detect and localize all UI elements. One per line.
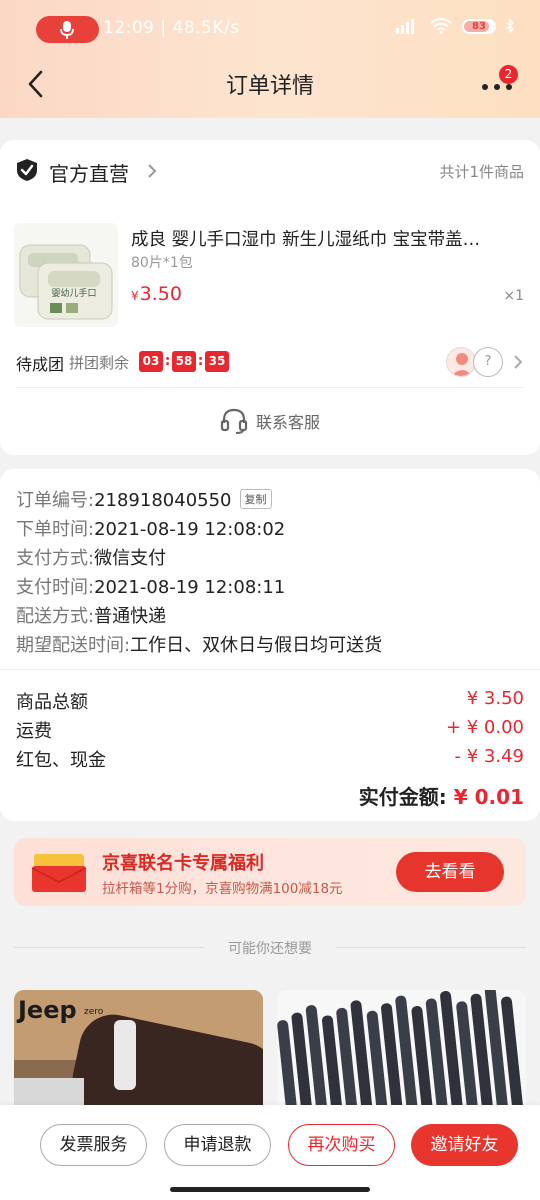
- promo-view-button[interactable]: 去看看: [396, 852, 504, 892]
- product-price: ¥3.50: [131, 283, 182, 305]
- product-quantity: ×1: [503, 288, 524, 304]
- order-number-row: 订单编号:218918040550 复制: [16, 486, 272, 512]
- more-dots-icon: [482, 84, 488, 90]
- paid-label: 实付金额:: [358, 785, 447, 809]
- discount-label: 红包、现金: [16, 750, 106, 771]
- order-time: 2021-08-19 12:08:02: [94, 519, 286, 540]
- status-time-speed: 12:09 | 48.5K/s: [103, 18, 240, 38]
- store-name[interactable]: 官方直营: [49, 158, 129, 187]
- more-dots-icon-dot: [506, 84, 512, 90]
- shipping-fee: + ¥ 0.00: [445, 717, 524, 738]
- paid-amount-row: 实付金额: ¥ 0.01: [359, 781, 524, 810]
- paid-amount: ¥ 0.01: [453, 785, 524, 809]
- divider: [0, 669, 540, 670]
- promo-subtitle: 拉杆箱等1分购，京喜购物满100减18元: [102, 881, 343, 897]
- price-value: 3.50: [139, 283, 182, 305]
- status-icons: 83: [394, 18, 514, 34]
- contact-service-button[interactable]: 联系客服: [0, 406, 540, 436]
- expected-delivery: 工作日、双休日与假日均可送货: [130, 635, 383, 656]
- pay-time-row: 支付时间:2021-08-19 12:08:11: [16, 573, 285, 599]
- avatar: [446, 347, 476, 377]
- store-card: 官方直营 共计1件商品 婴幼儿手口 成良 婴儿手口湿巾 新生儿湿纸巾 宝宝带盖……: [0, 140, 540, 455]
- item-count: 共计1件商品: [439, 163, 524, 181]
- shipping-label: 运费: [16, 721, 52, 742]
- divider: [16, 387, 524, 388]
- expected-delivery-label: 期望配送时间:: [16, 635, 131, 656]
- recommend-card-pens[interactable]: [277, 990, 526, 1120]
- package-label: 婴幼儿手口: [51, 287, 96, 299]
- wifi-icon: [430, 18, 452, 34]
- goods-total: ¥ 3.50: [466, 688, 524, 709]
- group-status: 待成团: [16, 355, 65, 374]
- rebuy-button[interactable]: 再次购买: [288, 1124, 395, 1166]
- group-remain-label: 拼团剩余: [69, 354, 130, 372]
- expected-delivery-row: 期望配送时间:工作日、双休日与假日均可送货: [16, 631, 382, 657]
- pay-time: 2021-08-19 12:08:11: [94, 577, 286, 598]
- pay-method: 微信支付: [94, 548, 167, 569]
- jeep-brand-sub: zero: [84, 1007, 104, 1017]
- timer-separator: :: [197, 353, 204, 369]
- group-members[interactable]: ?: [446, 347, 524, 377]
- price-currency: ¥: [131, 289, 139, 303]
- timer-separator: :: [164, 353, 171, 369]
- order-time-label: 下单时间:: [16, 519, 95, 540]
- product-spec: 80片*1包: [131, 255, 193, 271]
- nav-bar: 订单详情: [0, 56, 540, 112]
- countdown-timer: 03 : 58 : 35: [139, 351, 229, 372]
- timer-minutes: 58: [172, 351, 196, 372]
- pay-method-row: 支付方式:微信支付: [16, 544, 166, 570]
- delivery-method: 普通快递: [94, 606, 167, 627]
- order-number-label: 订单编号:: [16, 490, 95, 511]
- signal-icon: [396, 19, 414, 34]
- wipes-package-image: 婴幼儿手口: [19, 244, 113, 320]
- product-title[interactable]: 成良 婴儿手口湿巾 新生儿湿纸巾 宝宝带盖…: [131, 226, 523, 251]
- timer-hours: 03: [139, 351, 163, 372]
- promo-title: 京喜联名卡专属福利: [102, 853, 264, 874]
- pens-product-image: [277, 990, 526, 1120]
- page-title: 订单详情: [225, 74, 314, 99]
- recommend-card-jeep[interactable]: Jeep zero: [14, 990, 263, 1120]
- empty-avatar-slot: ?: [473, 347, 503, 377]
- microphone-icon: [60, 21, 74, 39]
- timer-seconds: 35: [205, 351, 229, 372]
- pay-method-label: 支付方式:: [16, 548, 95, 569]
- order-number: 218918040550: [94, 490, 232, 511]
- chevron-right-icon: [514, 355, 523, 369]
- jeep-brand-text: Jeep: [16, 996, 77, 1024]
- apply-refund-button[interactable]: 申请退款: [164, 1124, 271, 1166]
- bottom-action-bar: 发票服务 申请退款 再次购买 邀请好友: [0, 1105, 540, 1200]
- battery-level: 83: [472, 20, 486, 32]
- headset-icon: [220, 408, 248, 434]
- chevron-right-icon[interactable]: [146, 162, 158, 180]
- order-time-row: 下单时间:2021-08-19 12:08:02: [16, 515, 285, 541]
- discount-amount: - ¥ 3.49: [454, 746, 524, 767]
- red-envelope-icon: [31, 854, 87, 892]
- order-info-card: 订单编号:218918040550 复制 下单时间:2021-08-19 12:0…: [0, 469, 540, 821]
- goods-total-label: 商品总额: [16, 692, 88, 713]
- jeep-product-image: Jeep zero: [14, 990, 263, 1120]
- status-bar: 12:09 | 48.5K/s 83: [0, 0, 540, 52]
- product-image[interactable]: 婴幼儿手口: [14, 223, 118, 327]
- delivery-row: 配送方式:普通快递: [16, 602, 166, 628]
- recording-indicator[interactable]: [36, 16, 99, 43]
- invoice-service-button[interactable]: 发票服务: [40, 1124, 147, 1166]
- bluetooth-icon: [506, 19, 514, 33]
- contact-service-label: 联系客服: [255, 413, 320, 432]
- invite-friends-button[interactable]: 邀请好友: [411, 1124, 518, 1166]
- recommend-title: 可能你还想要: [228, 941, 312, 957]
- copy-button[interactable]: 复制: [239, 489, 272, 509]
- more-dots-icon-dot: [494, 84, 500, 90]
- shield-check-icon: [17, 159, 37, 181]
- battery-indicator: 83: [462, 18, 496, 34]
- user-avatar-icon: [451, 353, 473, 376]
- promo-banner[interactable]: 京喜联名卡专属福利 拉杆箱等1分购，京喜购物满100减18元 去看看: [14, 838, 526, 906]
- notification-badge: 2: [499, 65, 518, 84]
- delivery-label: 配送方式:: [16, 606, 95, 627]
- home-indicator[interactable]: [170, 1187, 370, 1192]
- pay-time-label: 支付时间:: [16, 577, 95, 598]
